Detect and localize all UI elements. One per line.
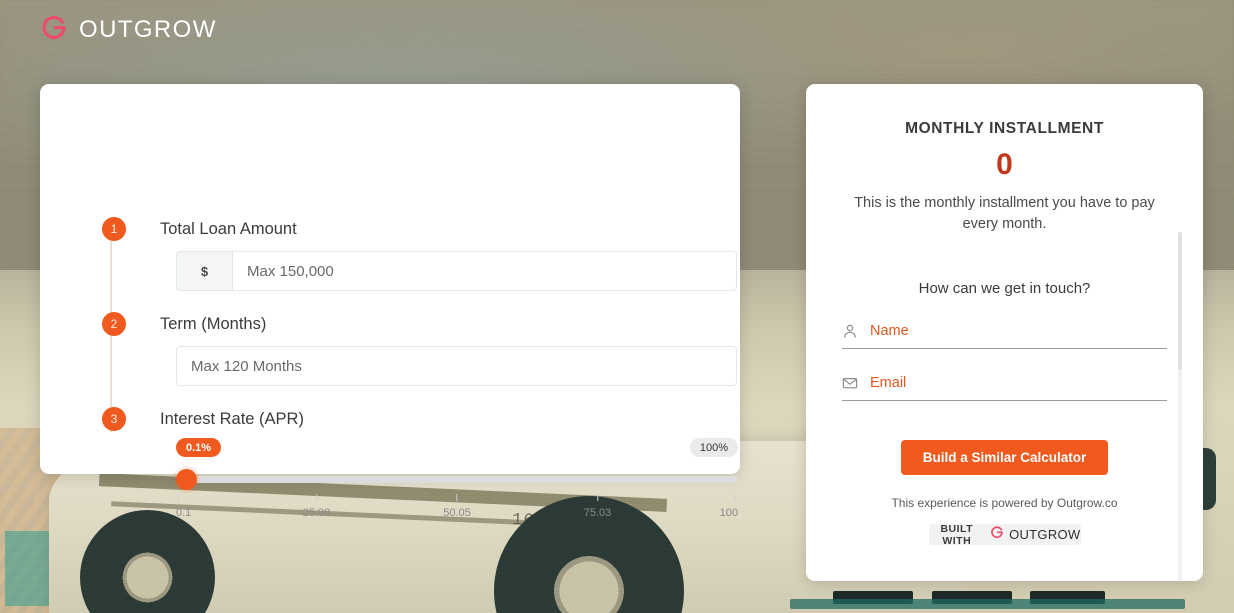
slider-tick-label: 25.08 <box>302 507 331 519</box>
step-bullet-1: 1 <box>102 217 126 241</box>
person-icon <box>842 323 858 339</box>
result-value: 0 <box>996 148 1013 181</box>
slider-tick-label: 75.03 <box>583 507 612 519</box>
slider-tick: 100 <box>720 494 738 519</box>
panel-scrollbar-track[interactable] <box>1178 232 1182 581</box>
slider-min-value-badge: 0.1% <box>176 438 222 457</box>
slider-tick-mark <box>316 494 317 501</box>
slider-tick: 25.08 <box>302 494 331 519</box>
calculator-card: 1 2 3 Total Loan Amount Term (Months) In… <box>40 84 740 519</box>
currency-prefix-dollar: $ <box>176 251 232 291</box>
term-months-label: Term (Months) <box>160 315 267 333</box>
slider-max-value-badge: 100% <box>689 438 738 457</box>
outgrow-swirl-icon <box>40 13 68 46</box>
interest-rate-label: Interest Rate (APR) <box>160 410 304 428</box>
build-similar-calculator-button[interactable]: Build a Similar Calculator <box>901 440 1108 476</box>
step-bullet-3: 3 <box>102 407 126 431</box>
name-field-row[interactable] <box>842 323 1167 350</box>
email-field-row[interactable] <box>842 375 1167 402</box>
result-description: This is the monthly installment you have… <box>854 195 1155 233</box>
slider-tick: 50.05 <box>443 494 471 519</box>
slider-tick-mark <box>456 494 458 501</box>
term-months-input[interactable] <box>176 346 737 386</box>
brand-logo-text: OUTGROW <box>79 15 217 43</box>
slider-tick: 75.03 <box>583 494 612 519</box>
outgrow-swirl-icon <box>990 525 1004 544</box>
slider-tick-label: 50.05 <box>443 507 471 519</box>
slider-tick: 0.1 <box>176 494 191 519</box>
slider-tick-mark <box>178 494 179 501</box>
loan-amount-label: Total Loan Amount <box>160 220 297 238</box>
step-bullet-2: 2 <box>102 312 126 336</box>
loan-amount-row: $ <box>176 251 737 291</box>
slider-tick-label: 0.1 <box>176 507 192 519</box>
result-panel: MONTHLY INSTALLMENT 0 This is the monthl… <box>806 84 1203 581</box>
lead-form-heading: How can we get in touch? <box>918 280 1091 298</box>
slider-track[interactable] <box>186 476 738 483</box>
slider-handle[interactable] <box>176 469 197 490</box>
brand-logo[interactable]: OUTGROW <box>40 13 217 46</box>
slider-tick-mark <box>735 494 736 501</box>
envelope-icon <box>842 375 858 391</box>
badge-brand-text: OUTGROW <box>1009 527 1081 543</box>
built-with-outgrow-badge[interactable]: BUILT WITH OUTGROW <box>928 522 1081 547</box>
slider-tick-label: 100 <box>719 507 738 519</box>
powered-by-text: This experience is powered by Outgrow.co <box>891 496 1118 511</box>
term-months-row <box>176 346 737 386</box>
email-input[interactable] <box>870 375 1167 392</box>
panel-scrollbar-thumb[interactable] <box>1178 232 1182 370</box>
name-input[interactable] <box>870 323 1167 340</box>
built-with-label: BUILT WITH <box>940 522 974 547</box>
slider-tick-scale: 0.1 25.08 50.05 75.03 100 <box>176 494 738 524</box>
slider-tick-mark <box>597 494 598 501</box>
result-title: MONTHLY INSTALLMENT <box>905 120 1104 137</box>
loan-amount-input[interactable] <box>232 251 737 291</box>
